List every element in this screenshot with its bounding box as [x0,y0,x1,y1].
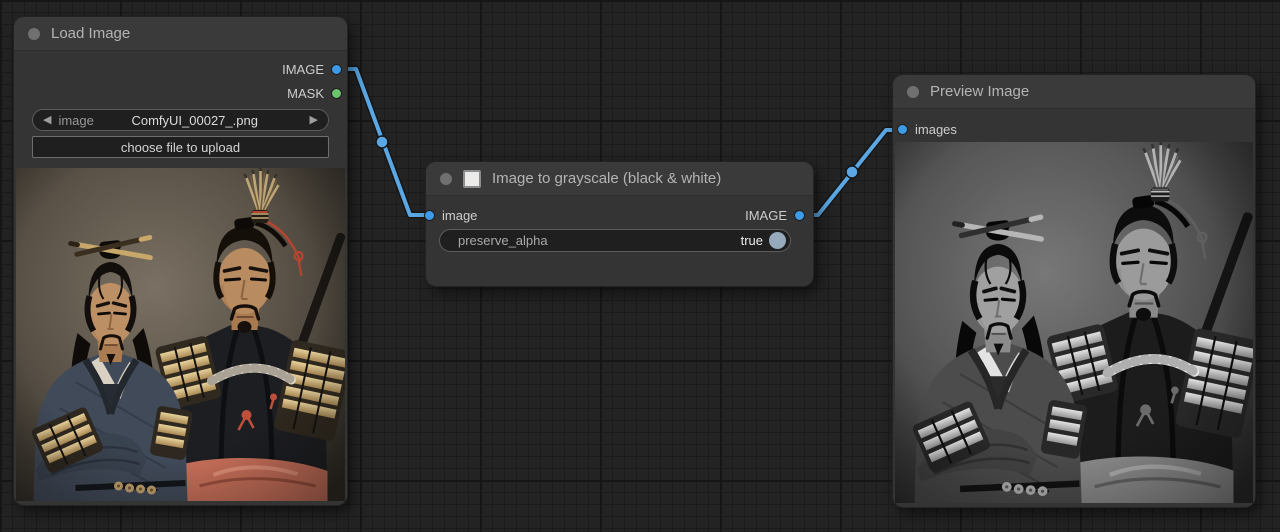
node-load-image-titlebar[interactable]: Load Image [14,17,347,51]
combo-value: ComfyUI_00027_.png [94,113,310,128]
collapse-dot-icon[interactable] [440,173,452,185]
node-title: Preview Image [930,83,1029,100]
grayscale-image-preview [895,142,1253,503]
output-port-label: MASK [287,86,324,101]
node-grayscale-titlebar[interactable]: Image to grayscale (black & white) [426,162,813,196]
output-port-label: IMAGE [282,62,324,77]
combo-next-icon[interactable]: ▶ [310,115,318,126]
input-port-images: images [897,121,957,137]
node-image-to-grayscale[interactable]: Image to grayscale (black & white) image… [426,162,813,286]
collapse-dot-icon[interactable] [907,86,919,98]
node-title: Load Image [51,25,130,42]
input-port-image: image [424,207,477,223]
input-port-label: images [915,122,957,137]
output-port-dot[interactable] [331,88,342,99]
combo-label: image [58,113,93,128]
link-midpoint-dot[interactable] [846,166,858,178]
input-port-dot[interactable] [897,124,908,135]
input-port-dot[interactable] [424,210,435,221]
output-port-image: IMAGE [745,207,805,223]
loaded-image-preview [16,168,345,501]
output-port-label: IMAGE [745,208,787,223]
image-file-combo[interactable]: ◀ image ComfyUI_00027_.png ▶ [32,109,329,131]
input-port-label: image [442,208,477,223]
combo-prev-icon[interactable]: ◀ [43,115,51,126]
output-port-image: IMAGE [282,61,342,77]
link-load-to-grayscale[interactable] [337,69,427,215]
node-preview-image[interactable]: Preview Image images [893,75,1255,507]
toggle-label: preserve_alpha [458,233,741,248]
preserve-alpha-toggle[interactable]: preserve_alpha true [439,229,791,252]
output-port-mask: MASK [287,85,342,101]
square-node-icon [463,170,481,188]
node-preview-titlebar[interactable]: Preview Image [893,75,1255,109]
output-port-dot[interactable] [794,210,805,221]
choose-file-button[interactable]: choose file to upload [32,136,329,158]
collapse-dot-icon[interactable] [28,28,40,40]
link-grayscale-to-preview[interactable] [800,130,901,215]
toggle-knob-icon[interactable] [769,232,786,249]
link-midpoint-dot[interactable] [376,136,388,148]
node-load-image[interactable]: Load Image IMAGE MASK ◀ image ComfyUI_00… [14,17,347,505]
node-title: Image to grayscale (black & white) [492,170,721,187]
output-port-dot[interactable] [331,64,342,75]
toggle-value: true [741,233,763,248]
